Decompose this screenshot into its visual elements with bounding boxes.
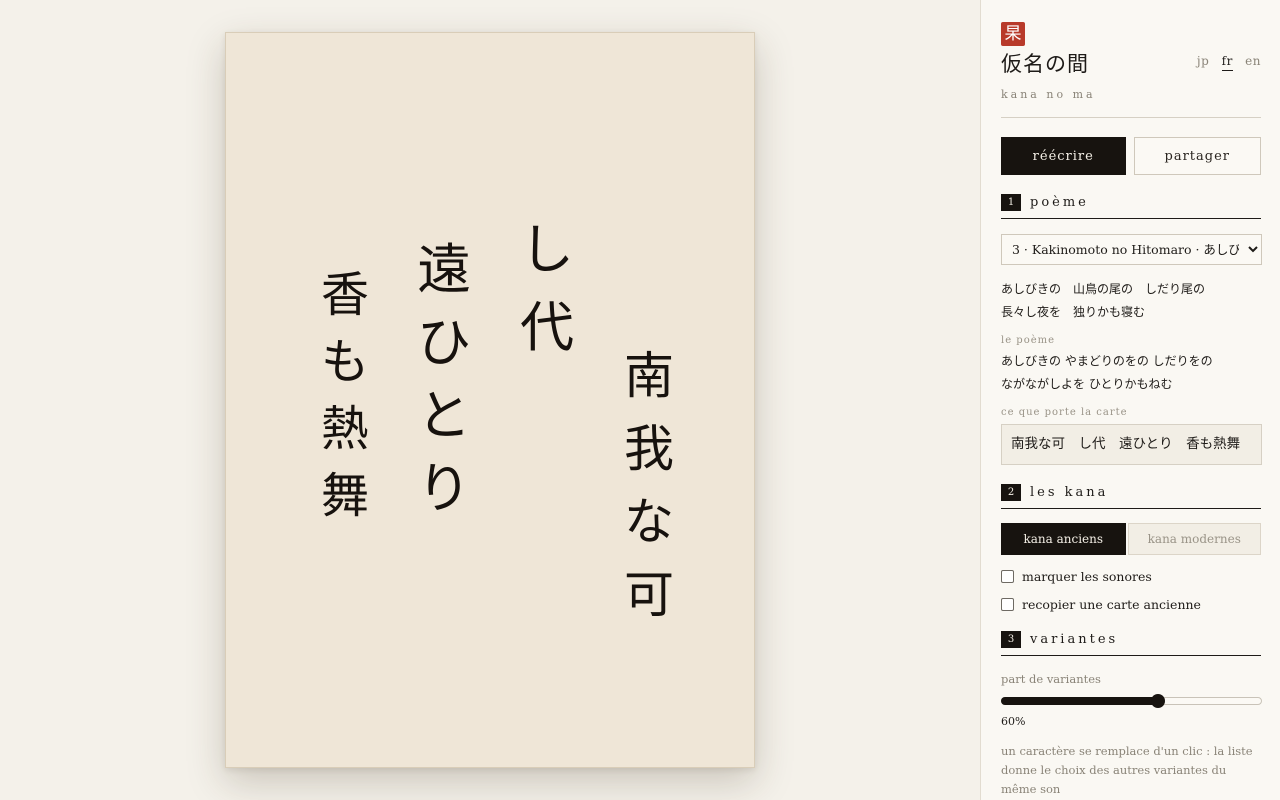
share-button[interactable]: partager (1133, 137, 1261, 175)
lang-jp[interactable]: jp (1197, 54, 1209, 68)
card-glyph[interactable]: 我 (621, 424, 677, 474)
card-glyph[interactable]: な (621, 497, 677, 547)
rewrite-button[interactable]: réécrire (1001, 137, 1126, 175)
reading-line: ながながしよを ひとりかもねむ (1001, 377, 1173, 391)
section-poem-header: 1 poème (1001, 194, 1261, 219)
copy-label: recopier une carte ancienne (1022, 597, 1201, 612)
slider-thumb[interactable] (1150, 694, 1165, 708)
check-copy-row[interactable]: recopier une carte ancienne (1001, 597, 1261, 612)
variants-value: 60% (1001, 715, 1026, 728)
language-switcher: jp fr en (1189, 54, 1261, 71)
poem-line: 長々し夜を 独りかも寝む (1001, 305, 1146, 319)
card-glyph[interactable]: 代 (517, 301, 577, 355)
kana-modern-button[interactable]: kana modernes (1127, 523, 1261, 555)
card-glyph[interactable]: も (318, 338, 372, 386)
carte-text: 南我な可 し代 遠ひとり 香も熱舞 (1001, 424, 1262, 465)
kana-old-button[interactable]: kana anciens (1001, 523, 1126, 555)
action-buttons: réécrire partager (1001, 137, 1261, 175)
card-glyph[interactable]: り (414, 462, 474, 516)
section-number: 1 (1001, 194, 1021, 211)
card-glyph[interactable]: 遠 (414, 243, 474, 297)
section-variants-header: 3 variantes (1001, 631, 1261, 656)
help-text: un caractère se remplace d'un clic : la … (1001, 744, 1253, 796)
check-sonores-row[interactable]: marquer les sonores (1001, 569, 1261, 584)
sonores-checkbox[interactable] (1001, 570, 1014, 583)
poem-card: 南我な可 し代遠ひとり 香も熱舞 (225, 32, 755, 768)
card-glyph[interactable]: ひ (414, 316, 474, 370)
section-number: 2 (1001, 484, 1021, 501)
sonores-label: marquer les sonores (1022, 569, 1152, 584)
control-panel: 杲 仮名の間 jp fr en kana no ma réécrire part… (980, 0, 1280, 800)
variants-slider[interactable] (1001, 694, 1262, 708)
card-glyph[interactable]: 舞 (318, 472, 372, 520)
app-subtitle: kana no ma (1001, 88, 1261, 118)
card-stage: 南我な可 し代遠ひとり 香も熱舞 (0, 0, 980, 800)
section-title: poème (1030, 195, 1089, 210)
carte-label: ce que porte la carte (1001, 407, 1128, 418)
card-glyph[interactable]: 熱 (318, 405, 372, 453)
section-number: 3 (1001, 631, 1021, 648)
reading-line: あしびきの やまどりのをの しだりをの (1001, 354, 1213, 368)
poem-reading: あしびきの やまどりのをの しだりをの ながながしよを ひとりかもねむ (1001, 350, 1261, 396)
card-glyph[interactable]: 可 (621, 570, 677, 620)
card-glyph[interactable]: と (414, 389, 474, 443)
poem-line: あしびきの 山鳥の尾の しだり尾の (1001, 282, 1206, 296)
lang-fr[interactable]: fr (1221, 54, 1233, 71)
card-glyph[interactable]: し (517, 223, 577, 277)
slider-fill (1001, 697, 1158, 705)
card-glyph[interactable]: 香 (318, 271, 372, 319)
poem-text: あしびきの 山鳥の尾の しだり尾の 長々し夜を 独りかも寝む (1001, 278, 1261, 324)
variants-slider-label: part de variantes (1001, 672, 1101, 686)
seal-logo: 杲 (1001, 22, 1025, 46)
section-title: variantes (1030, 632, 1119, 647)
poem-select[interactable]: 3 · Kakinomoto no Hitomaro · あしびきの (1001, 234, 1262, 265)
card-glyph[interactable]: 南 (621, 351, 677, 401)
reading-label: le poème (1001, 335, 1056, 346)
kana-mode-toggle: kana anciens kana modernes (1001, 523, 1261, 555)
lang-en[interactable]: en (1245, 54, 1261, 68)
section-title: les kana (1030, 485, 1109, 500)
section-kana-header: 2 les kana (1001, 484, 1261, 509)
copy-checkbox[interactable] (1001, 598, 1014, 611)
title-row: 仮名の間 jp fr en (1001, 48, 1261, 78)
